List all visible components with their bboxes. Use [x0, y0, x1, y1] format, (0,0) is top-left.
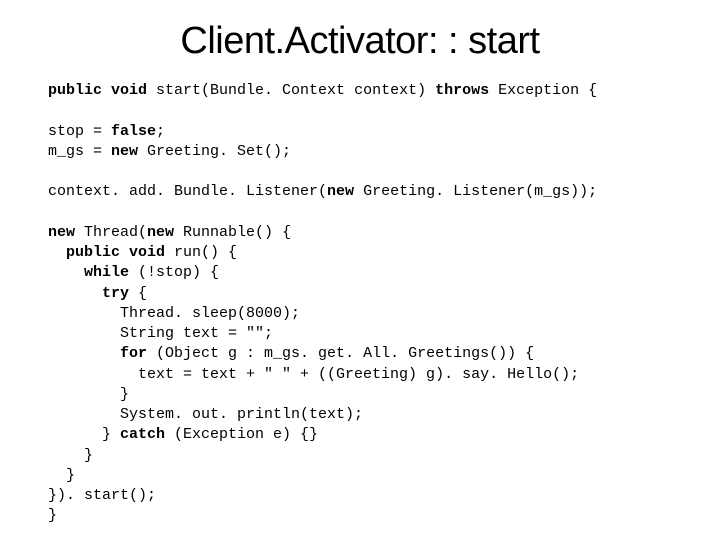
kw-new: new	[327, 183, 354, 200]
code-text	[48, 345, 120, 362]
code-text	[48, 285, 102, 302]
code-text: }	[48, 507, 57, 524]
code-text: run() {	[165, 244, 237, 261]
code-text: Thread(	[75, 224, 147, 241]
code-text: stop =	[48, 123, 111, 140]
code-text: Greeting. Listener(m_gs));	[354, 183, 597, 200]
code-text: String text = "";	[48, 325, 273, 342]
kw-throws: throws	[435, 82, 489, 99]
kw-public-void: public void	[48, 82, 147, 99]
code-text: start(Bundle. Context context)	[147, 82, 435, 99]
kw-catch: catch	[120, 426, 165, 443]
kw-new: new	[48, 224, 75, 241]
code-text: text = text + " " + ((Greeting) g). say.…	[48, 366, 579, 383]
code-text: }	[48, 467, 75, 484]
code-text: ;	[156, 123, 165, 140]
code-text: (Object g : m_gs. get. All. Greetings())…	[147, 345, 534, 362]
slide-title: Client.Activator: : start	[48, 20, 672, 63]
code-text	[48, 264, 84, 281]
code-text: }	[48, 426, 120, 443]
kw-new: new	[111, 143, 138, 160]
kw-for: for	[120, 345, 147, 362]
code-text: Thread. sleep(8000);	[48, 305, 300, 322]
kw-public-void: public void	[66, 244, 165, 261]
code-text: (Exception e) {}	[165, 426, 318, 443]
code-block: public void start(Bundle. Context contex…	[48, 81, 672, 527]
code-text: {	[129, 285, 147, 302]
code-text: }	[48, 447, 93, 464]
code-text: (!stop) {	[129, 264, 219, 281]
kw-new: new	[147, 224, 174, 241]
code-text: Exception {	[489, 82, 597, 99]
kw-try: try	[102, 285, 129, 302]
kw-false: false	[111, 123, 156, 140]
code-text: context. add. Bundle. Listener(	[48, 183, 327, 200]
kw-while: while	[84, 264, 129, 281]
code-text: }). start();	[48, 487, 156, 504]
code-text: Greeting. Set();	[138, 143, 291, 160]
code-text: System. out. println(text);	[48, 406, 363, 423]
code-text: Runnable() {	[174, 224, 291, 241]
code-text	[48, 244, 66, 261]
code-text: }	[48, 386, 129, 403]
code-text: m_gs =	[48, 143, 111, 160]
